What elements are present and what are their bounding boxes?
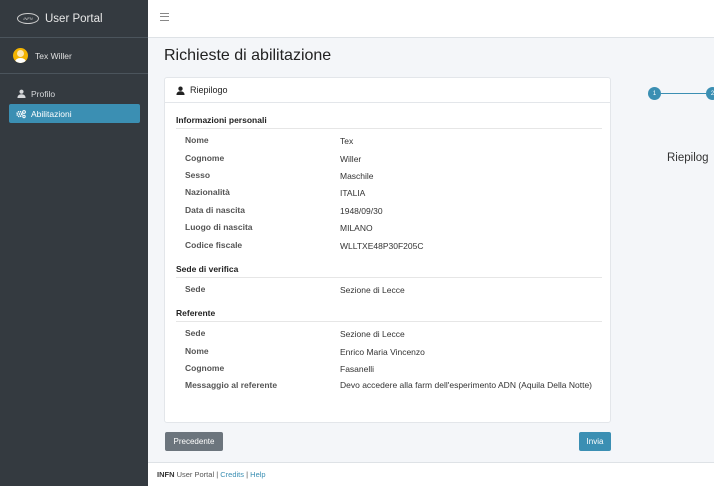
label-data-nascita: Data di nascita xyxy=(185,205,245,215)
card-title: Riepilogo xyxy=(190,85,228,95)
sidebar: INFN User Portal Tex Willer Profilo Abil… xyxy=(0,0,148,486)
sidebar-item-label: Profilo xyxy=(31,88,56,99)
section-personal-info: Informazioni personali xyxy=(176,115,267,125)
label-luogo-nascita: Luogo di nascita xyxy=(185,222,253,232)
value-cognome: Willer xyxy=(340,154,362,164)
section-referent: Referente xyxy=(176,308,216,318)
brand-link[interactable]: INFN User Portal xyxy=(0,0,148,38)
sidebar-item-abilitazioni[interactable]: Abilitazioni xyxy=(9,104,140,123)
top-navbar xyxy=(148,0,714,38)
step-title: Riepilog xyxy=(667,152,709,164)
label-nazionalita: Nazionalità xyxy=(185,187,230,197)
send-button[interactable]: Invia xyxy=(579,432,611,451)
footer-credits-link[interactable]: Credits xyxy=(220,470,244,479)
value-sesso: Maschile xyxy=(340,171,374,181)
value-codice-fiscale: WLLTXE48P30F205C xyxy=(340,241,424,251)
label-codice-fiscale: Codice fiscale xyxy=(185,240,243,250)
footer-text: INFN User Portal | Credits | Help xyxy=(157,470,266,479)
avatar xyxy=(13,48,28,63)
card-header: Riepilogo xyxy=(165,78,610,103)
label-sede: Sede xyxy=(185,284,206,294)
sidebar-item-label: Abilitazioni xyxy=(31,108,72,119)
label-referent-cognome: Cognome xyxy=(185,363,225,373)
divider xyxy=(176,321,602,322)
value-luogo-nascita: MILANO xyxy=(340,223,373,233)
footer: INFN User Portal | Credits | Help xyxy=(148,462,714,486)
menu-toggle-icon[interactable] xyxy=(160,13,169,21)
label-nome: Nome xyxy=(185,135,209,145)
user-name: Tex Willer xyxy=(35,50,72,61)
label-referent-sede: Sede xyxy=(185,328,206,338)
value-data-nascita: 1948/09/30 xyxy=(340,206,383,216)
label-sesso: Sesso xyxy=(185,170,211,180)
infn-logo: INFN xyxy=(17,13,39,24)
stepper: 1 2 xyxy=(648,87,714,101)
value-nazionalita: ITALIA xyxy=(340,188,366,198)
footer-app: User Portal xyxy=(176,470,215,479)
sidebar-nav: Profilo Abilitazioni xyxy=(0,74,148,123)
value-referent-sede: Sezione di Lecce xyxy=(340,329,405,339)
footer-separator: | xyxy=(216,470,219,479)
value-referent-cognome: Fasanelli xyxy=(340,364,375,374)
label-referent-message: Messaggio al referente xyxy=(185,380,278,390)
sidebar-item-profilo[interactable]: Profilo xyxy=(9,84,140,103)
user-icon xyxy=(176,86,185,95)
value-referent-nome: Enrico Maria Vincenzo xyxy=(340,347,425,357)
section-verification-site: Sede di verifica xyxy=(176,264,239,274)
footer-help-link[interactable]: Help xyxy=(250,470,265,479)
label-referent-nome: Nome xyxy=(185,346,209,356)
gears-icon xyxy=(16,109,26,119)
footer-org: INFN xyxy=(157,470,175,479)
value-sede: Sezione di Lecce xyxy=(340,285,405,295)
summary-card: Riepilogo Informazioni personali Nome Te… xyxy=(164,77,611,423)
footer-separator: | xyxy=(246,470,249,479)
divider xyxy=(176,277,602,278)
page-title: Richieste di abilitazione xyxy=(164,47,332,64)
user-icon xyxy=(16,89,26,99)
brand-title: User Portal xyxy=(45,12,103,25)
prev-button[interactable]: Precedente xyxy=(165,432,223,451)
value-referent-message: Devo accedere alla farm dell'esperimento… xyxy=(340,380,593,390)
value-nome: Tex xyxy=(340,136,354,146)
step-1[interactable]: 1 xyxy=(648,87,661,100)
step-connector xyxy=(661,93,708,94)
step-2[interactable]: 2 xyxy=(706,87,714,100)
user-panel[interactable]: Tex Willer xyxy=(0,38,148,74)
label-cognome: Cognome xyxy=(185,153,225,163)
divider xyxy=(176,128,602,129)
